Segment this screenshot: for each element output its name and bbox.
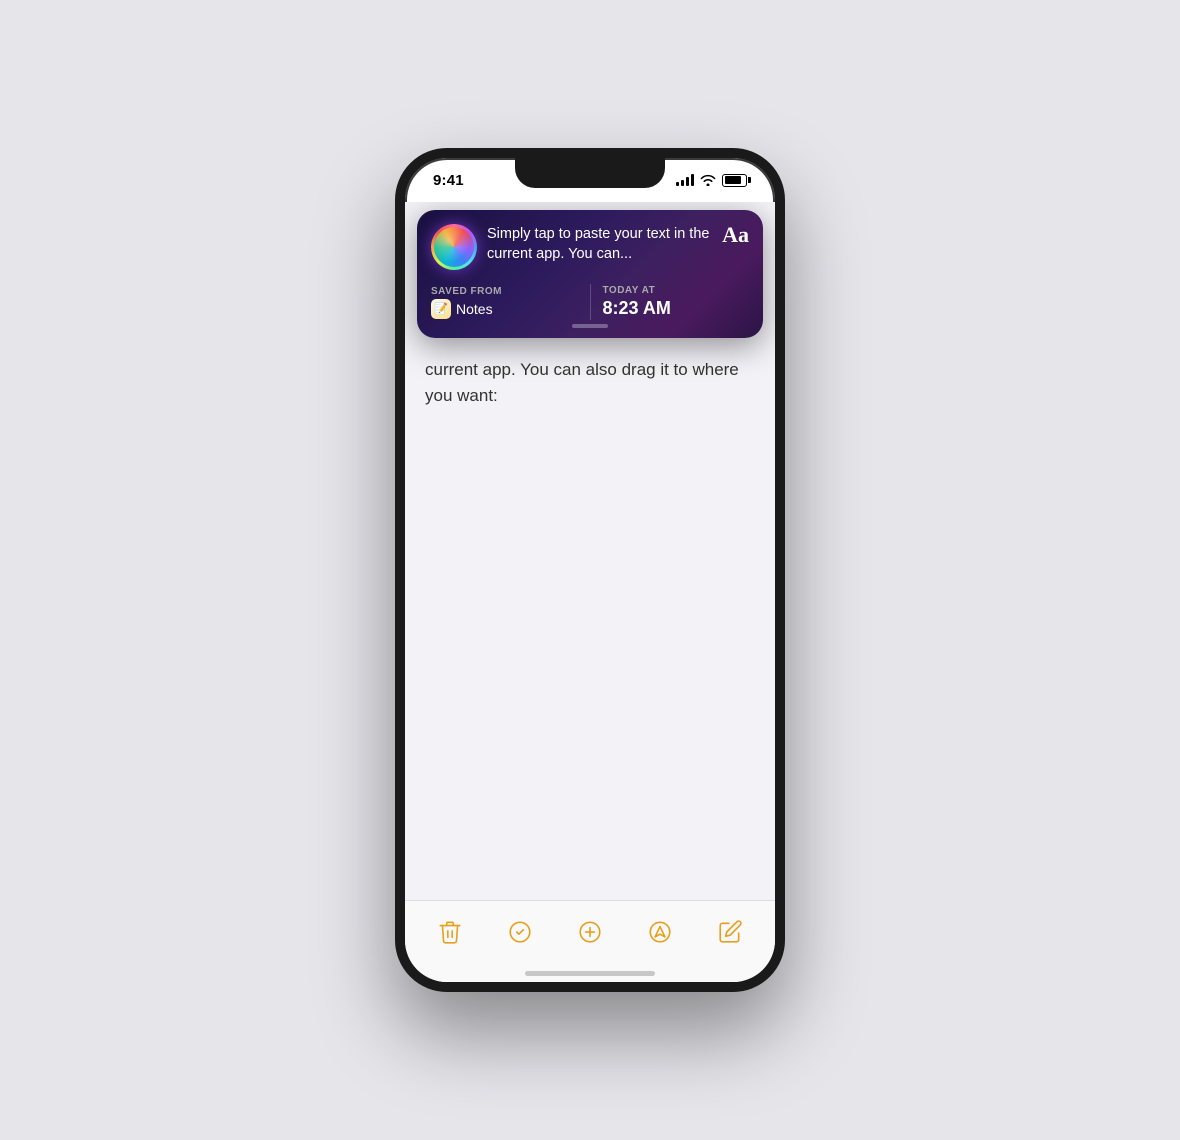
- compose-button[interactable]: [708, 910, 752, 954]
- plus-circle-icon: [577, 919, 603, 945]
- siri-saved-from: SAVED FROM 📝 Notes: [431, 286, 578, 319]
- status-icons: [676, 174, 747, 187]
- check-circle-icon: [507, 919, 533, 945]
- signal-icon: [676, 174, 694, 186]
- status-time: 9:41: [433, 172, 464, 189]
- siri-today-label: TODAY AT: [603, 285, 750, 296]
- notch: [515, 158, 665, 188]
- compose-icon: [717, 919, 743, 945]
- siri-time-value: 8:23 AM: [603, 298, 750, 319]
- siri-today-at: TODAY AT 8:23 AM: [603, 285, 750, 319]
- content-area: Simply tap to paste your text in the cur…: [405, 202, 775, 982]
- banner-handle: [572, 324, 608, 328]
- share-button[interactable]: [638, 910, 682, 954]
- siri-app-name: Notes: [456, 301, 493, 317]
- navigation-icon: [647, 919, 673, 945]
- siri-orb: [431, 224, 477, 270]
- check-button[interactable]: [498, 910, 542, 954]
- home-indicator: [525, 971, 655, 976]
- phone-frame: 9:41 Simply tap to paste your t: [395, 148, 785, 992]
- trash-icon: [437, 919, 463, 945]
- siri-saved-from-label: SAVED FROM: [431, 286, 578, 297]
- delete-button[interactable]: [428, 910, 472, 954]
- siri-aa-button[interactable]: Aa: [722, 222, 749, 248]
- bottom-toolbar: [405, 900, 775, 982]
- siri-clipboard-banner[interactable]: Simply tap to paste your text in the cur…: [417, 210, 763, 338]
- notes-app-icon: 📝: [431, 299, 451, 319]
- notes-body-text: current app. You can also drag it to whe…: [425, 360, 739, 405]
- siri-meta-divider: [590, 284, 591, 320]
- wifi-icon: [700, 174, 716, 186]
- siri-main-text: Simply tap to paste your text in the cur…: [487, 224, 712, 265]
- battery-icon: [722, 174, 747, 187]
- add-button[interactable]: [568, 910, 612, 954]
